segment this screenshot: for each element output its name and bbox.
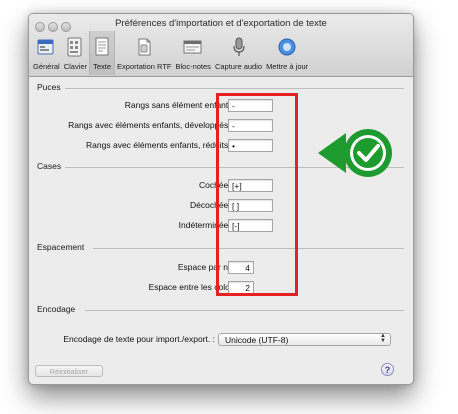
tab-clavier-label: Clavier [63, 62, 88, 71]
tab-bloc-notes-label: Bloc-notes [175, 62, 211, 71]
reset-button[interactable]: Réinitialiser [35, 365, 103, 377]
tab-exportation-rtf-label: Exportation RTF [117, 62, 172, 71]
tab-capture-audio[interactable]: Capture audio [213, 31, 264, 75]
tab-texte[interactable]: Texte [89, 31, 116, 75]
title-bar: Préférences d'importation et d'exportati… [29, 14, 413, 77]
puces-row-label: Rangs avec éléments enfants, développés … [68, 120, 233, 130]
tab-mettre-a-jour-label: Mettre à jour [266, 62, 309, 71]
puces-row-label: Rangs avec éléments enfants, réduits : [86, 140, 233, 150]
tab-bloc-notes[interactable]: Bloc-notes [174, 31, 213, 75]
tab-general-label: Général [33, 62, 60, 71]
encodage-label: Encodage de texte pour import./export. : [63, 334, 215, 344]
help-button[interactable]: ? [381, 363, 394, 376]
section-encodage-divider [85, 310, 404, 311]
update-icon [277, 37, 297, 57]
microphone-icon [229, 37, 249, 57]
section-espacement-title: Espacement [37, 242, 85, 252]
tab-general[interactable]: Général [31, 31, 62, 75]
select-arrows-icon: ▲ ▼ [380, 333, 386, 344]
rtf-export-icon [134, 37, 154, 57]
tab-mettre-a-jour[interactable]: Mettre à jour [264, 31, 310, 75]
checkmark-icon [318, 129, 392, 177]
checkmark-badge [316, 127, 406, 180]
section-cases-title: Cases [37, 161, 62, 171]
encodage-select[interactable]: Unicode (UTF-8) ▲ ▼ [218, 333, 391, 346]
notepad-icon [183, 37, 203, 57]
highlight-box [216, 93, 298, 296]
section-encodage-title: Encodage [37, 304, 76, 314]
tab-clavier[interactable]: Clavier [62, 31, 89, 75]
general-icon [36, 37, 56, 57]
tab-texte-label: Texte [93, 62, 111, 71]
section-puces-title: Puces [37, 82, 61, 92]
encodage-select-value: Unicode (UTF-8) [225, 335, 289, 345]
preferences-toolbar: Général Clavier Texte Exportation RTF Bl… [31, 31, 310, 75]
text-icon [92, 37, 112, 57]
section-puces-divider [65, 88, 404, 89]
tab-capture-audio-label: Capture audio [214, 62, 263, 71]
window-title: Préférences d'importation et d'exportati… [115, 18, 327, 29]
keyboard-icon [65, 37, 85, 57]
tab-exportation-rtf[interactable]: Exportation RTF [115, 31, 173, 75]
